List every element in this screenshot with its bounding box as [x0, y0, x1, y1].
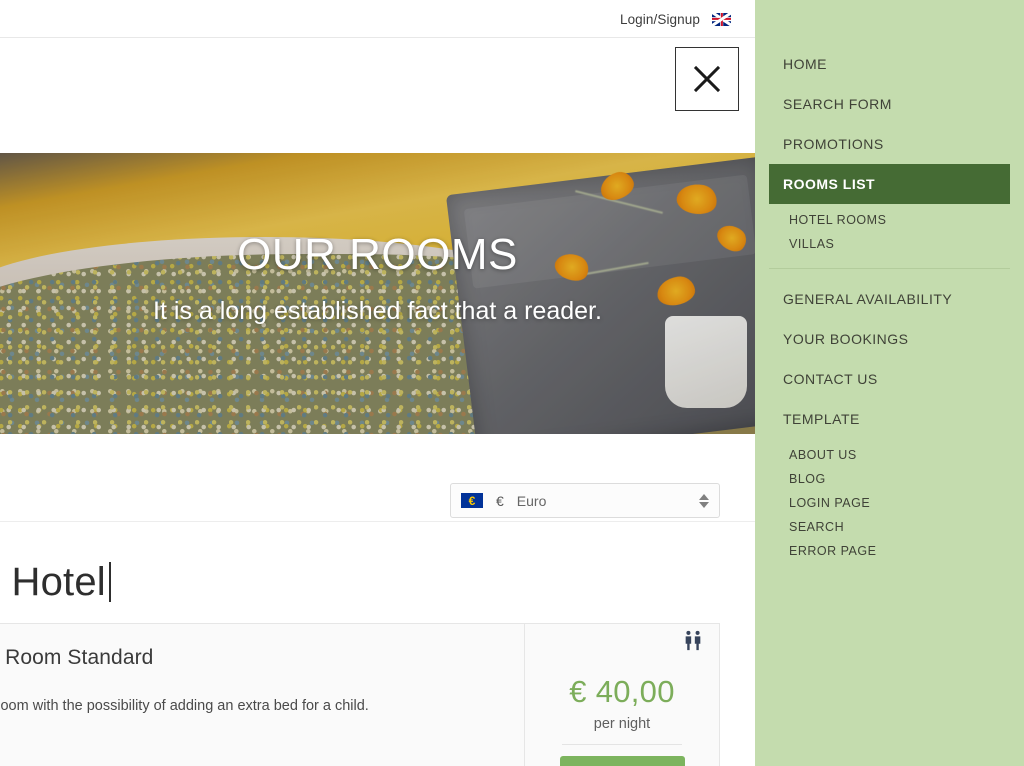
top-utility-bar: Login/Signup [0, 0, 755, 38]
sidebar-subitem-login-page[interactable]: LOGIN PAGE [755, 491, 1024, 515]
hero-subtitle: It is a long established fact that a rea… [153, 297, 602, 326]
sidebar-item-template[interactable]: TEMPLATE [755, 399, 1024, 439]
room-info: Double Room Standard HOTEL This is a Roo… [0, 624, 524, 766]
sidebar-item-search-form[interactable]: SEARCH FORM [755, 84, 1024, 124]
sidebar-item-general-availability[interactable]: GENERAL AVAILABILITY [755, 279, 1024, 319]
currency-selected-label: Euro [516, 492, 547, 509]
sidebar-item-rooms-list[interactable]: ROOMS LIST [769, 164, 1010, 204]
price-divider [562, 744, 682, 745]
sidebar-item-your-bookings[interactable]: YOUR BOOKINGS [755, 319, 1024, 359]
sidebar-subitem-villas[interactable]: VILLAS [755, 232, 1024, 256]
eu-flag-icon: € [461, 493, 483, 508]
hotel-heading: Grand Hotel [0, 560, 111, 605]
sidebar-divider [769, 268, 1010, 269]
sidebar-subitem-hotel-rooms[interactable]: HOTEL ROOMS [755, 208, 1024, 232]
text-cursor [108, 562, 111, 602]
login-signup-link[interactable]: Login/Signup [620, 12, 700, 27]
details-button[interactable]: Details [559, 756, 685, 766]
topbar-right-group: Login/Signup [620, 0, 731, 38]
hero-text-block: OUR ROOMS It is a long established fact … [0, 230, 755, 326]
uk-flag-icon[interactable] [712, 12, 731, 26]
updown-arrows-icon[interactable] [699, 493, 709, 508]
hero-banner: OUR ROOMS It is a long established fact … [0, 153, 755, 434]
hotel-heading-text: Grand Hotel [0, 560, 106, 604]
sidebar-subitem-blog[interactable]: BLOG [755, 467, 1024, 491]
page-root: Login/Signup OUR ROOMS It is a long esta… [0, 0, 1024, 766]
main-content-column: Login/Signup OUR ROOMS It is a long esta… [0, 0, 755, 766]
hero-title: OUR ROOMS [237, 230, 518, 279]
currency-symbol: € [496, 492, 504, 509]
sidebar-item-home[interactable]: HOME [755, 44, 1024, 84]
sidebar-subitem-about-us[interactable]: ABOUT US [755, 443, 1024, 467]
currency-select[interactable]: € € Euro [450, 483, 720, 518]
sidebar-item-contact-us[interactable]: CONTACT US [755, 359, 1024, 399]
room-category-label: HOTEL [0, 674, 498, 686]
close-icon[interactable] [675, 47, 739, 111]
close-button-bar [0, 38, 755, 153]
sidebar-menu: HOME SEARCH FORM PROMOTIONS ROOMS LIST H… [755, 0, 1024, 766]
room-description: This is a Room with the possibility of a… [0, 698, 369, 714]
currency-select-box[interactable]: € € Euro [450, 483, 720, 518]
room-price-unit: per night [593, 716, 651, 732]
sidebar-item-promotions[interactable]: PROMOTIONS [755, 124, 1024, 164]
room-card[interactable]: Double Room Standard HOTEL This is a Roo… [0, 623, 720, 766]
sidebar-subitem-error-page[interactable]: ERROR PAGE [755, 539, 1024, 563]
room-title: Double Room Standard [0, 646, 154, 669]
room-price: € 40,00 [569, 674, 675, 709]
two-persons-icon [681, 630, 705, 652]
sidebar-subitem-search[interactable]: SEARCH [755, 515, 1024, 539]
room-price-panel: € 40,00 per night Details [524, 624, 719, 766]
